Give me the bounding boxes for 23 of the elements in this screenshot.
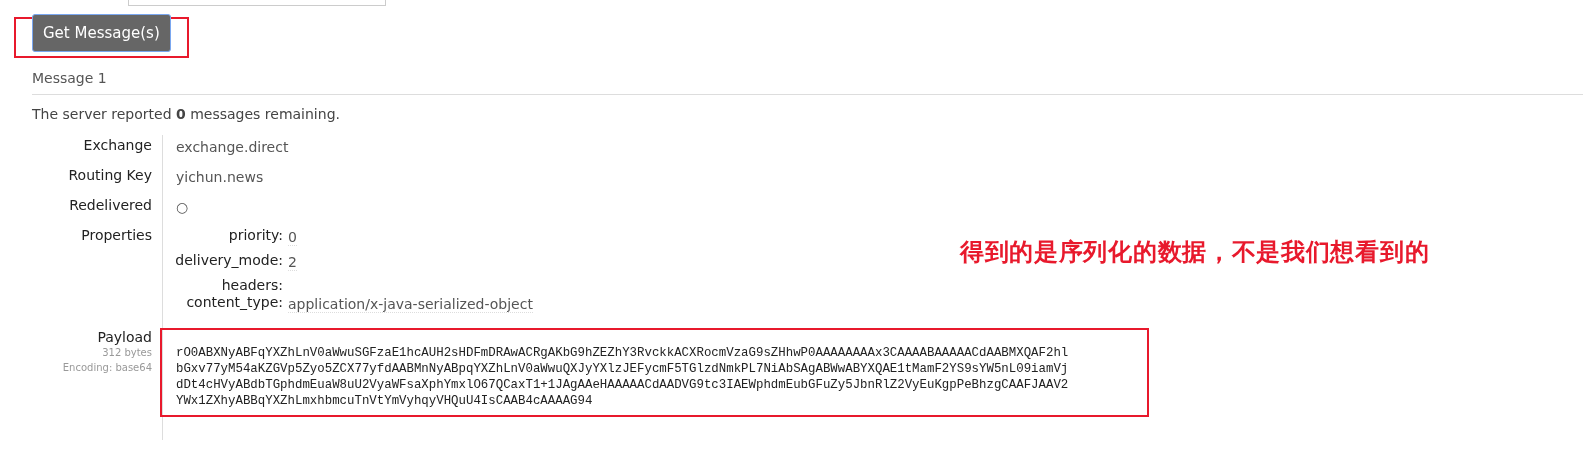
field-label: Redelivered: [69, 196, 152, 215]
annotation-text: 得到的是序列化的数据，不是我们想看到的: [960, 237, 1431, 268]
payload-line: dDt4cHVyABdbTGphdmEuaW8uU2VyaWFsaXphYmxlO67QCaxT1+1JAgAAeHAAAAACdAADVG9tc3IAEWphdmEubGFuZy5JbnRlZ2VyEuKgpPeBhzgCAAFJAAV2: [176, 377, 1070, 393]
property-value: application/x-java-serialized-object: [288, 296, 533, 313]
field-value: yichun.news: [176, 169, 264, 185]
field-label: Properties: [81, 226, 152, 245]
encoding-text: Encoding: base64: [62, 361, 152, 375]
payload-line: bGxv77yM54aKZGVp5Zyo5ZCX77yfdAABMnNyABpqYXZhLnV0aWwuQXJyYXlzJEFycmF5TGlzdNmkPL7NiAbSAgABWwABYXQAE1tMamF2YS9sYW5nL09iamVj: [176, 361, 1070, 377]
payload-line: rO0ABXNyABFqYXZhLnV0aWwuSGFzaE1hcAUH2sHDFmDRAwACRgAKbG9hZEZhY3RvckkACXRocmVzaG9sZHhwP0AAAAAAAAx3CAAAABAAAAACdAABMXQAF2hl: [176, 345, 1070, 361]
property-value: 2: [288, 254, 297, 271]
field-label: Routing Key: [68, 166, 152, 185]
section-title: Message 1: [32, 70, 107, 86]
property-value: 0: [288, 229, 297, 246]
field-value: exchange.direct: [176, 139, 289, 155]
property-key: delivery_mode:: [175, 250, 283, 271]
field-label: Exchange: [83, 136, 152, 155]
size-text: 312 bytes: [102, 346, 152, 360]
field-value: ○: [176, 199, 189, 215]
get-messages-button[interactable]: Get Message(s): [32, 14, 171, 52]
field-label: Payload: [97, 330, 152, 345]
summary-text: The server reported 0 messages remaining.: [32, 105, 340, 124]
property-key: priority:: [228, 225, 283, 246]
payload-line: YWx1ZXhyABBqYXZhLmxhbmcuTnVtYmVyhqyVHQuU4IsCAAB4cAAAAG94: [176, 393, 594, 409]
